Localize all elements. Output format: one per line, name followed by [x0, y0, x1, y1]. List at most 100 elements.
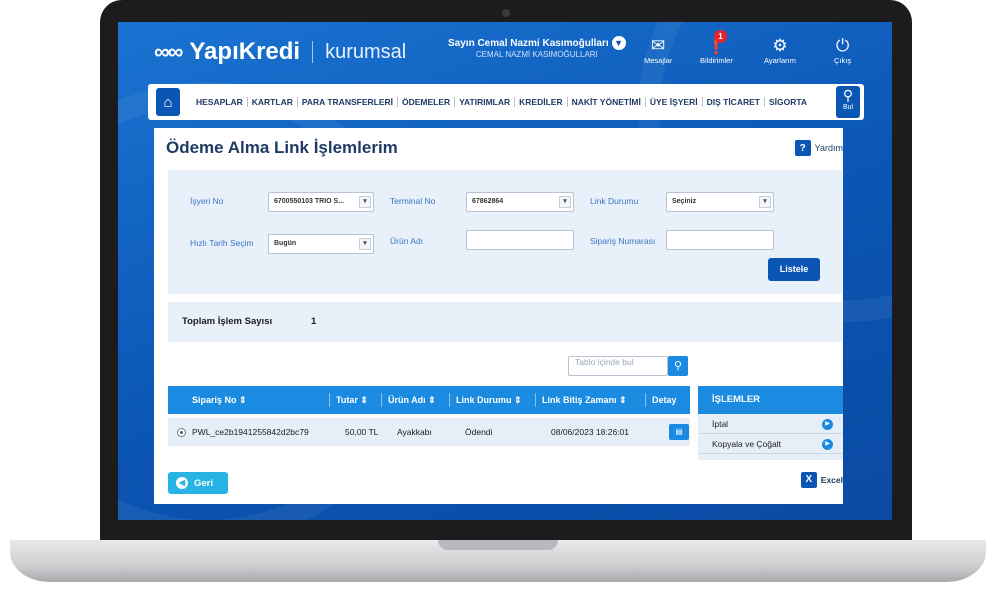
gear-icon: ⚙	[772, 36, 788, 55]
op-cancel-label: İptal	[712, 419, 729, 429]
main-nav: ⌂ HESAPLAR KARTLAR PARA TRANSFERLERİ ÖDE…	[148, 84, 864, 120]
quick-date-label: Hızlı Tarih Seçim	[190, 238, 254, 248]
search-icon: ⚲	[842, 87, 854, 103]
brand-divider	[312, 41, 314, 63]
user-menu[interactable]: Sayın Cemal Nazmi Kasımoğulları ▼ CEMAL …	[448, 36, 626, 59]
merchant-select-value: 6700550103 TRIO S...	[274, 198, 345, 205]
page-title: Ödeme Alma Link İşlemlerim	[166, 138, 398, 157]
link-status-select-value: Seçiniz	[672, 198, 697, 205]
cell-link-status: Ödendi	[465, 427, 493, 437]
user-greeting-row: Sayın Cemal Nazmi Kasımoğulları ▼	[448, 36, 626, 50]
col-product[interactable]: Ürün Adı ⇕	[382, 393, 450, 407]
nav-item-cards[interactable]: KARTLAR	[248, 97, 298, 107]
chevron-down-icon: ▾	[359, 196, 371, 208]
brand-logo[interactable]: ∞∞ YapıKredi kurumsal	[154, 38, 406, 66]
table-search-input[interactable]: Tablo içinde bul	[568, 356, 668, 376]
excel-icon: X	[800, 472, 817, 488]
terminal-label: Terminal No	[390, 196, 436, 206]
nav-items: HESAPLAR KARTLAR PARA TRANSFERLERİ ÖDEME…	[192, 97, 811, 107]
order-number-input[interactable]	[666, 230, 774, 250]
help-link[interactable]: ? Yardım	[794, 140, 843, 156]
nav-item-loans[interactable]: KREDİLER	[515, 97, 568, 107]
brand-mark-icon: ∞∞	[154, 39, 183, 64]
col-amount[interactable]: Tutar ⇕	[330, 393, 382, 407]
terminal-select-value: 67862864	[472, 198, 504, 205]
link-status-label: Link Durumu	[590, 196, 639, 206]
row-radio[interactable]	[177, 427, 186, 437]
quick-date-select[interactable]: Bugün ▾	[268, 234, 374, 254]
notification-badge: 1	[714, 30, 727, 43]
brand-name: YapıKredi	[189, 38, 301, 65]
merchant-select[interactable]: 6700550103 TRIO S... ▾	[268, 192, 374, 212]
chevron-down-icon: ▾	[359, 238, 371, 250]
back-button[interactable]: ◀ Geri	[168, 472, 228, 494]
messages-button[interactable]: ✉ Mesajlar	[644, 36, 672, 65]
chevron-down-icon[interactable]: ▼	[611, 36, 626, 50]
cell-link-end-time: 08/06/2023 18:26:01	[551, 427, 629, 437]
detail-icon[interactable]: ▤	[669, 424, 689, 440]
user-greeting: Sayın Cemal Nazmi Kasımoğulları	[448, 37, 609, 49]
help-label: Yardım	[814, 143, 843, 153]
op-cancel[interactable]: İptal ▶	[698, 414, 843, 434]
excel-label: Excel	[820, 475, 843, 485]
chevron-right-icon: ▶	[822, 419, 833, 430]
total-count-label: Toplam İşlem Sayısı	[182, 316, 273, 327]
summary-panel: Toplam İşlem Sayısı 1	[168, 302, 842, 342]
logout-button[interactable]: ⏻ Çıkış	[834, 36, 851, 65]
arrow-left-icon: ◀	[176, 477, 188, 489]
nav-item-accounts[interactable]: HESAPLAR	[192, 97, 248, 107]
camera-dot	[502, 9, 510, 17]
nav-item-insurance[interactable]: SİGORTA	[765, 97, 811, 107]
merchant-label: İşyeri No	[190, 196, 224, 206]
settings-button[interactable]: ⚙ Ayarlarım	[764, 36, 796, 65]
app-screen: ∞∞ YapıKredi kurumsal Sayın Cemal Nazmi …	[118, 22, 892, 520]
col-link-end-time[interactable]: Link Bitiş Zamanı ⇕	[536, 393, 646, 407]
cell-product: Ayakkabı	[397, 427, 432, 437]
op-copy-duplicate[interactable]: Kopyala ve Çoğalt ▶	[698, 434, 843, 454]
table-header: Sipariş No ⇕ Tutar ⇕ Ürün Adı ⇕ Link Dur…	[168, 386, 690, 414]
chevron-down-icon: ▾	[559, 196, 571, 208]
chevron-down-icon: ▾	[759, 196, 771, 208]
question-icon: ?	[794, 140, 811, 156]
operations-panel: İŞLEMLER İptal ▶ Kopyala ve Çoğalt ▶	[698, 386, 843, 460]
nav-search-label: Bul	[842, 104, 854, 111]
order-number-label: Sipariş Numarası	[590, 236, 656, 246]
filter-panel: İşyeri No 6700550103 TRIO S... ▾ Termina…	[168, 170, 842, 294]
col-detail: Detay	[652, 395, 677, 405]
laptop-notch	[438, 540, 558, 550]
table-row[interactable]: PWL_ce2b1941255842d2bc79 50,00 TL Ayakka…	[168, 418, 690, 446]
nav-item-investments[interactable]: YATIRIMLAR	[455, 97, 516, 107]
power-icon: ⏻	[835, 36, 850, 55]
operations-title: İŞLEMLER	[698, 386, 843, 414]
product-input[interactable]	[466, 230, 574, 250]
excel-export-button[interactable]: X Excel	[800, 472, 843, 488]
nav-item-cash-management[interactable]: NAKİT YÖNETİMİ	[568, 97, 646, 107]
nav-search-button[interactable]: ⚲ Bul	[836, 86, 860, 118]
main-content: Ödeme Alma Link İşlemlerim ? Yardım İşye…	[154, 128, 843, 504]
notifications-button[interactable]: ❗ 1 Bildirimler	[700, 30, 733, 65]
col-order-no[interactable]: Sipariş No ⇕	[168, 393, 330, 407]
chevron-right-icon: ▶	[822, 439, 833, 450]
nav-item-transfers[interactable]: PARA TRANSFERLERİ	[298, 97, 398, 107]
back-label: Geri	[194, 477, 214, 489]
list-button[interactable]: Listele	[768, 258, 820, 281]
nav-item-merchant[interactable]: ÜYE İŞYERİ	[646, 97, 703, 107]
total-count-value: 1	[311, 316, 317, 327]
nav-item-payments[interactable]: ÖDEMELER	[398, 97, 456, 107]
notifications-label: Bildirimler	[700, 56, 733, 65]
op-copy-label: Kopyala ve Çoğalt	[712, 439, 781, 449]
messages-label: Mesajlar	[644, 56, 673, 65]
settings-label: Ayarlarım	[764, 56, 796, 65]
user-company: CEMAL NAZMİ KASIMOĞULLARI	[475, 50, 598, 59]
home-icon[interactable]: ⌂	[156, 88, 180, 116]
search-icon[interactable]: ⚲	[668, 356, 688, 376]
cell-amount: 50,00 TL	[345, 427, 379, 437]
brand-sub: kurumsal	[325, 40, 407, 63]
quick-date-select-value: Bugün	[274, 240, 297, 247]
terminal-select[interactable]: 67862864 ▾	[466, 192, 574, 212]
link-status-select[interactable]: Seçiniz ▾	[666, 192, 774, 212]
envelope-icon: ✉	[651, 36, 666, 55]
col-link-status[interactable]: Link Durumu ⇕	[450, 393, 536, 407]
cell-order-no: PWL_ce2b1941255842d2bc79	[192, 427, 309, 437]
nav-item-foreign-trade[interactable]: DIŞ TİCARET	[703, 97, 765, 107]
